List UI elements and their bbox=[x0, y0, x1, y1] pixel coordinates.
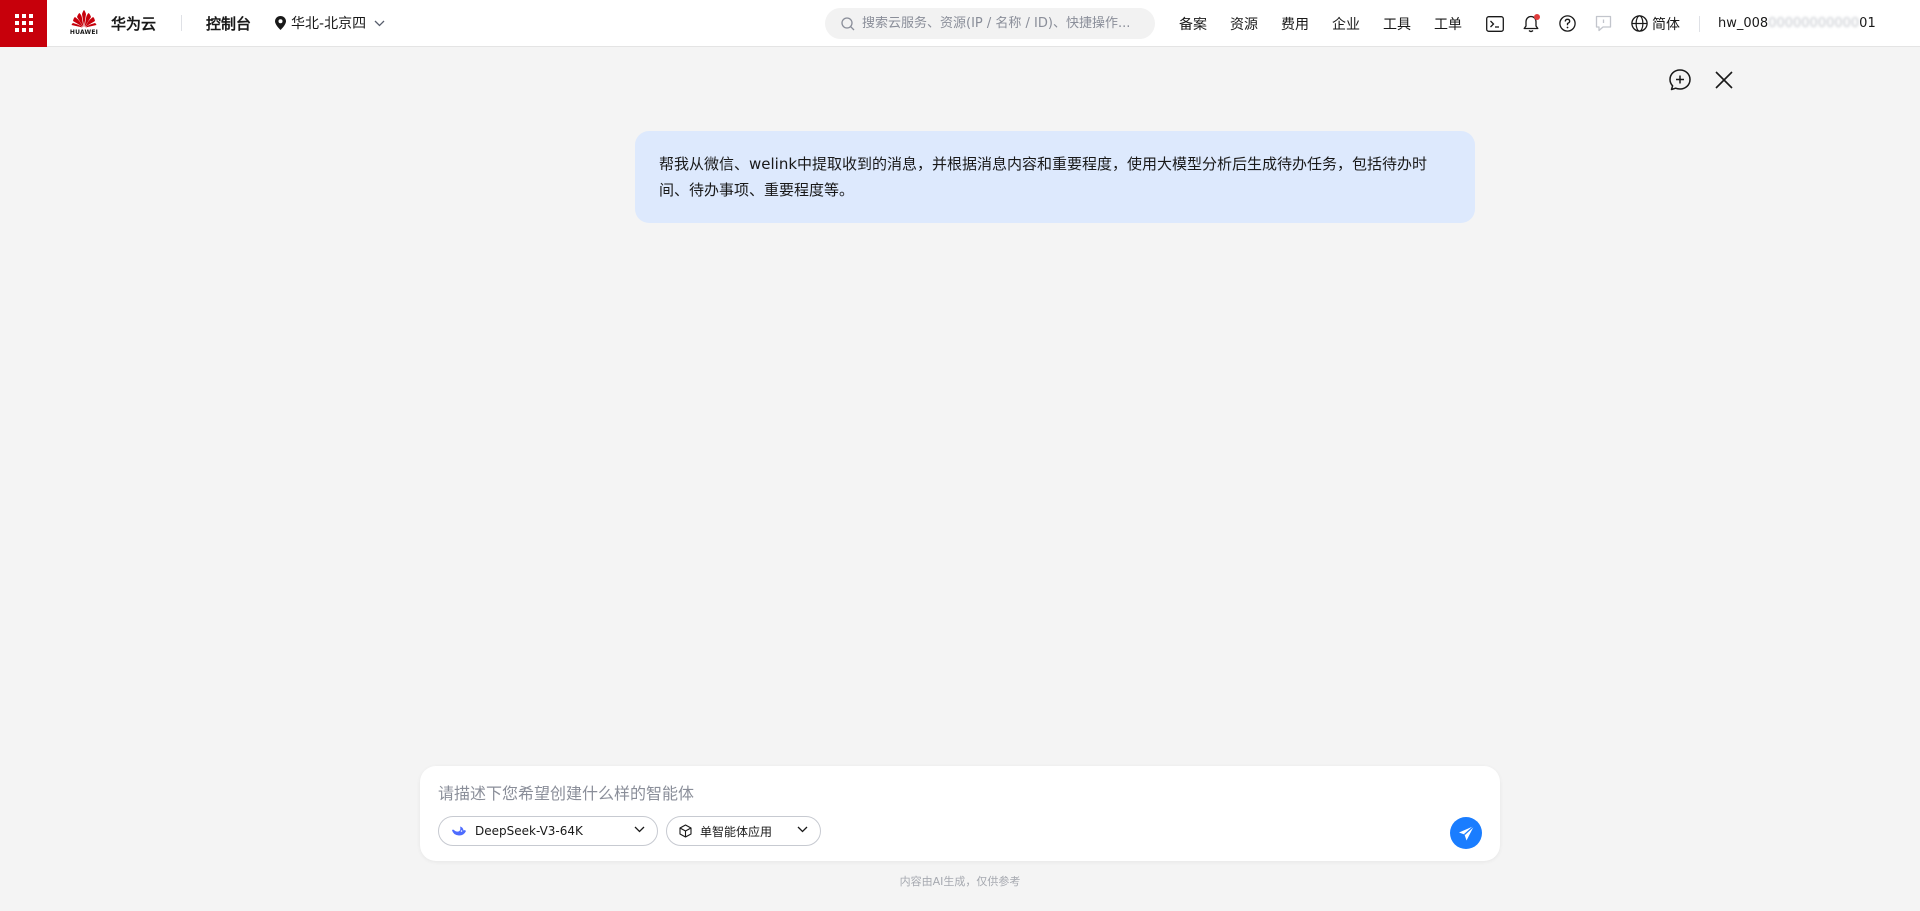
cube-icon bbox=[679, 824, 692, 838]
help-icon bbox=[1558, 15, 1576, 32]
region-label: 华北-北京四 bbox=[291, 16, 367, 32]
user-account[interactable]: hw_0080000000000001 bbox=[1718, 16, 1876, 31]
nav-tickets[interactable]: 工单 bbox=[1434, 14, 1462, 34]
grid-menu-icon bbox=[14, 14, 33, 32]
prompt-input[interactable] bbox=[438, 780, 1438, 804]
logo-text: HUAWEI bbox=[69, 29, 99, 36]
agent-type-label: 单智能体应用 bbox=[700, 824, 773, 839]
user-masked: 00000000000 bbox=[1768, 16, 1860, 31]
language-switch[interactable]: 简体 bbox=[1631, 14, 1680, 34]
logo[interactable]: HUAWEI 华为云 bbox=[69, 10, 156, 36]
feedback-button[interactable] bbox=[1593, 14, 1613, 34]
feedback-icon bbox=[1595, 15, 1611, 32]
top-nav: 备案 资源 费用 企业 工具 工单 简体 hw_0080000000000001 bbox=[1179, 0, 1876, 47]
new-chat-button[interactable] bbox=[1668, 68, 1692, 92]
close-button[interactable] bbox=[1712, 68, 1736, 92]
language-label: 简体 bbox=[1652, 16, 1680, 33]
chevron-down-icon bbox=[634, 826, 645, 833]
nav-filing[interactable]: 备案 bbox=[1179, 14, 1207, 34]
help-button[interactable] bbox=[1557, 14, 1577, 34]
chat-composer: DeepSeek-V3-64K 单智能体应用 bbox=[420, 766, 1500, 861]
nav-resources[interactable]: 资源 bbox=[1230, 14, 1258, 34]
chevron-down-icon bbox=[374, 20, 385, 26]
model-selector[interactable]: DeepSeek-V3-64K bbox=[438, 816, 658, 846]
agent-type-selector[interactable]: 单智能体应用 bbox=[666, 816, 821, 846]
notifications-button[interactable] bbox=[1521, 13, 1541, 34]
globe-icon bbox=[1631, 15, 1648, 32]
model-label: DeepSeek-V3-64K bbox=[475, 824, 583, 838]
paper-plane-icon bbox=[1458, 825, 1474, 840]
console-link[interactable]: 控制台 bbox=[206, 13, 251, 34]
nav-tools[interactable]: 工具 bbox=[1383, 14, 1411, 34]
nav-enterprise[interactable]: 企业 bbox=[1332, 14, 1360, 34]
huawei-logo-icon: HUAWEI bbox=[69, 10, 99, 36]
deepseek-whale-icon bbox=[452, 826, 466, 836]
nav-billing[interactable]: 费用 bbox=[1281, 14, 1309, 34]
send-button[interactable] bbox=[1450, 817, 1482, 849]
user-message-bubble: 帮我从微信、welink中提取收到的消息，并根据消息内容和重要程度，使用大模型分… bbox=[635, 131, 1475, 223]
ai-disclaimer: 内容由AI生成，仅供参考 bbox=[899, 875, 1021, 888]
divider bbox=[181, 15, 183, 31]
brand-name: 华为云 bbox=[111, 14, 157, 33]
top-bar: HUAWEI 华为云 控制台 华北-北京四 备案 资源 费用 企业 工具 工单 bbox=[0, 0, 1920, 47]
notification-dot bbox=[1534, 13, 1540, 20]
cloud-shell-button[interactable] bbox=[1485, 14, 1505, 34]
user-prefix: hw_008 bbox=[1718, 16, 1769, 31]
service-list-button[interactable] bbox=[0, 0, 47, 47]
location-pin-icon bbox=[275, 16, 287, 30]
divider bbox=[1699, 15, 1700, 32]
global-search[interactable] bbox=[825, 8, 1155, 39]
chevron-down-icon bbox=[797, 826, 808, 833]
close-icon bbox=[1715, 71, 1733, 89]
terminal-icon bbox=[1486, 15, 1504, 32]
user-suffix: 01 bbox=[1859, 16, 1876, 31]
plus-circle-icon bbox=[1669, 69, 1691, 91]
region-selector[interactable]: 华北-北京四 bbox=[275, 13, 385, 33]
search-icon bbox=[841, 16, 855, 30]
search-input[interactable] bbox=[862, 16, 1152, 31]
